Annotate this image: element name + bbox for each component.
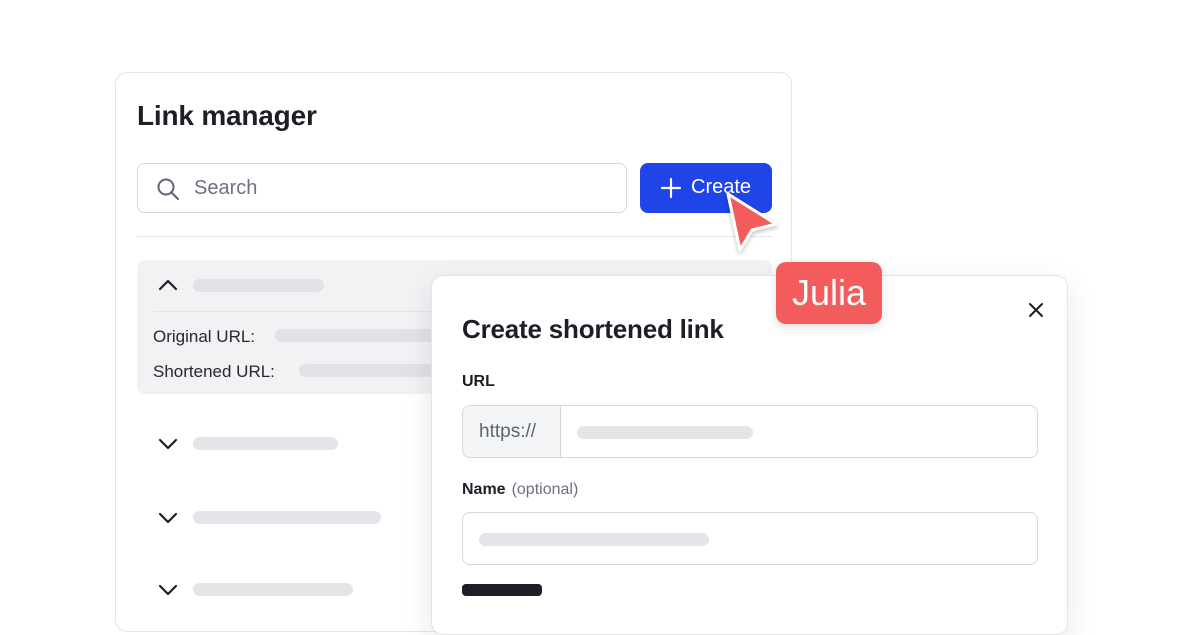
collaborator-name-tag: Julia (776, 262, 883, 324)
create-link-modal: Create shortened link URL https:// Name (… (431, 275, 1068, 635)
modal-title: Create shortened link (462, 314, 724, 344)
chevron-down-icon[interactable] (157, 579, 179, 601)
optional-hint: (optional) (511, 481, 579, 498)
chevron-down-icon[interactable] (157, 433, 179, 455)
url-label: URL (462, 373, 495, 391)
original-url-placeholder (275, 329, 455, 342)
collaborator-name: Julia (792, 272, 867, 313)
plus-icon (660, 177, 682, 199)
chevron-up-icon[interactable] (157, 274, 179, 296)
link-name-placeholder (193, 437, 338, 450)
link-name-placeholder (193, 279, 324, 292)
divider (137, 236, 772, 237)
search-input[interactable]: Search (137, 163, 627, 213)
name-label: Name (optional) (462, 481, 578, 499)
url-prefix-text: https:// (479, 421, 537, 442)
name-label-text: Name (462, 481, 506, 498)
next-field-label (462, 584, 542, 596)
search-icon (157, 178, 179, 200)
close-icon[interactable] (1026, 300, 1046, 320)
url-value-placeholder (577, 426, 753, 439)
cursor-pointer-icon (726, 192, 778, 252)
chevron-down-icon[interactable] (157, 507, 179, 529)
search-placeholder: Search (194, 177, 258, 199)
link-name-placeholder (193, 511, 381, 524)
url-label-text: URL (462, 373, 495, 390)
name-value-placeholder (479, 533, 709, 546)
link-name-placeholder (193, 583, 353, 596)
original-url-label: Original URL: (153, 327, 256, 346)
name-input[interactable] (462, 512, 1038, 565)
url-prefix: https:// (463, 406, 561, 457)
shortened-url-label: Shortened URL: (153, 362, 275, 381)
page-title: Link manager (137, 100, 317, 131)
url-input[interactable]: https:// (462, 405, 1038, 458)
